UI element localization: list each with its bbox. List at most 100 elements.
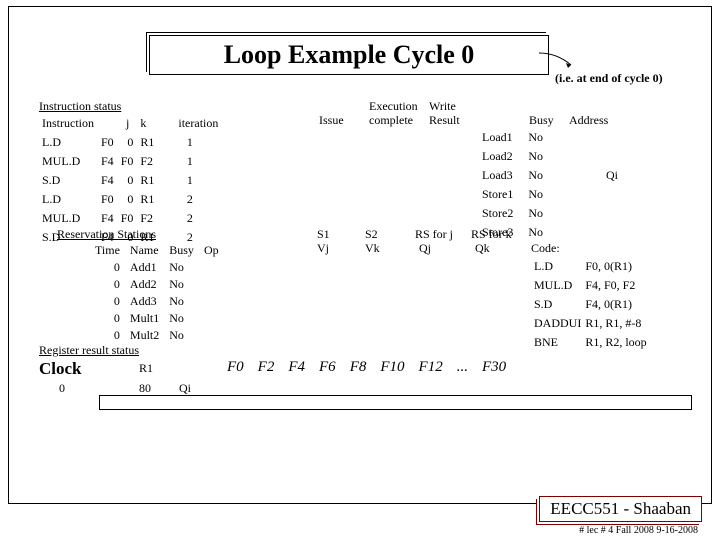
reg: F6 <box>313 359 342 376</box>
rs-busy: No <box>165 294 198 309</box>
ls-qi: Qi <box>546 167 619 184</box>
instr-k: F2 <box>139 210 158 227</box>
instr-op: S.D <box>41 172 98 189</box>
instr-j: F0 <box>120 153 138 170</box>
clock-label: Clock <box>39 359 82 378</box>
ls-busy: No <box>516 224 544 241</box>
col-j: j <box>120 115 138 132</box>
rs-name: Add1 <box>126 260 163 275</box>
slide-frame: Loop Example Cycle 0 (i.e. at end of cyc… <box>8 6 712 504</box>
reg-ellipsis: ... <box>451 359 474 376</box>
instr-iter: 2 <box>160 191 222 208</box>
col-iteration: iteration <box>160 115 222 132</box>
instr-dest: F4 <box>100 153 118 170</box>
ls-name: Store1 <box>481 186 514 203</box>
instr-iter: 1 <box>160 153 222 170</box>
rs-col-vj: Vj <box>317 241 329 256</box>
ls-busy: No <box>516 148 544 165</box>
code-op: DADDUI <box>533 315 582 332</box>
col-write: Write <box>429 99 456 114</box>
instr-dest: F0 <box>100 191 118 208</box>
code-op: S.D <box>533 296 582 313</box>
ls-name: Load3 <box>481 167 514 184</box>
ls-name: Load1 <box>481 129 514 146</box>
code-args: F4, 0(R1) <box>584 296 647 313</box>
ls-busy: No <box>516 129 544 146</box>
subtitle: (i.e. at end of cycle 0) <box>555 71 663 86</box>
load-store-table: Load1No Load2No Load3NoQi Store1No Store… <box>479 127 621 243</box>
instr-op: L.D <box>41 191 98 208</box>
instr-iter: 2 <box>160 210 222 227</box>
rs-name: Mult1 <box>126 311 163 326</box>
instr-k: R1 <box>139 191 158 208</box>
rs-busy: No <box>165 328 198 343</box>
col-write-result: Result <box>429 113 460 128</box>
ls-busy: No <box>516 167 544 184</box>
code-args: R1, R2, loop <box>584 334 647 351</box>
instr-k: F2 <box>139 153 158 170</box>
instr-iter: 1 <box>160 172 222 189</box>
reg: F12 <box>413 359 449 376</box>
rs-time: 0 <box>91 328 124 343</box>
ls-name: Store2 <box>481 205 514 222</box>
content-area: Instruction status Instruction j k itera… <box>39 99 691 463</box>
rs-busy: No <box>165 311 198 326</box>
rs-col-op: Op <box>200 243 223 258</box>
instr-j: 0 <box>120 172 138 189</box>
instr-iter: 1 <box>160 134 222 151</box>
reservation-stations-table: Time Name Busy Op 0Add1No 0Add2No 0Add3N… <box>89 241 225 345</box>
rs-col-qj: Qj <box>419 241 431 256</box>
rs-time: 0 <box>91 294 124 309</box>
register-result-header: Register result status <box>39 343 139 357</box>
rs-col-s2: S2 <box>365 227 378 242</box>
rs-col-rsj: RS for j <box>415 227 453 242</box>
rs-name: Add3 <box>126 294 163 309</box>
rs-time: 0 <box>91 260 124 275</box>
code-op: MUL.D <box>533 277 582 294</box>
col-address: Address <box>569 113 608 128</box>
rs-busy: No <box>165 260 198 275</box>
page-title: Loop Example Cycle 0 <box>224 40 475 70</box>
r1-value: 80 <box>139 381 151 396</box>
code-args: F0, 0(R1) <box>584 258 647 275</box>
instr-j: 0 <box>120 191 138 208</box>
reg: F4 <box>282 359 311 376</box>
reg: F0 <box>221 359 250 376</box>
rs-name: Mult2 <box>126 328 163 343</box>
rs-name: Add2 <box>126 277 163 292</box>
ls-name: Load2 <box>481 148 514 165</box>
code-table: L.DF0, 0(R1) MUL.DF4, F0, F2 S.DF4, 0(R1… <box>531 256 650 353</box>
rs-time: 0 <box>91 277 124 292</box>
code-args: R1, R1, #-8 <box>584 315 647 332</box>
code-args: F4, F0, F2 <box>584 277 647 294</box>
col-exec-complete: complete <box>369 113 413 128</box>
clock-value: 0 <box>59 381 65 396</box>
rs-col-busy: Busy <box>165 243 198 258</box>
arrow-icon <box>537 51 577 71</box>
ls-busy: No <box>516 186 544 203</box>
title-box: Loop Example Cycle 0 <box>149 35 549 75</box>
instr-j: F0 <box>120 210 138 227</box>
col-instruction: Instruction <box>41 115 98 132</box>
reg: F2 <box>252 359 281 376</box>
col-issue: Issue <box>319 113 344 128</box>
reg: F30 <box>476 359 512 376</box>
footer-box: EECC551 - Shaaban <box>539 496 702 522</box>
instr-op: MUL.D <box>41 210 98 227</box>
col-k: k <box>139 115 158 132</box>
rs-col-qk: Qk <box>475 241 490 256</box>
register-table: F0 F2 F4 F6 F8 F10 F12 ... F30 <box>219 357 514 378</box>
instr-k: R1 <box>139 172 158 189</box>
rs-col-s1: S1 <box>317 227 330 242</box>
instruction-status-header: Instruction status <box>39 99 121 113</box>
qi-row-box <box>99 395 692 410</box>
rs-col-rsk: RS for k <box>471 227 512 242</box>
instr-j: 0 <box>120 134 138 151</box>
code-op: BNE <box>533 334 582 351</box>
instr-op: L.D <box>41 134 98 151</box>
reservation-stations-header: Reservation Stations <box>57 227 156 241</box>
code-header: Code: <box>531 241 650 256</box>
rs-col-name: Name <box>126 243 163 258</box>
instr-dest: F4 <box>100 172 118 189</box>
qi-label: Qi <box>179 381 191 396</box>
